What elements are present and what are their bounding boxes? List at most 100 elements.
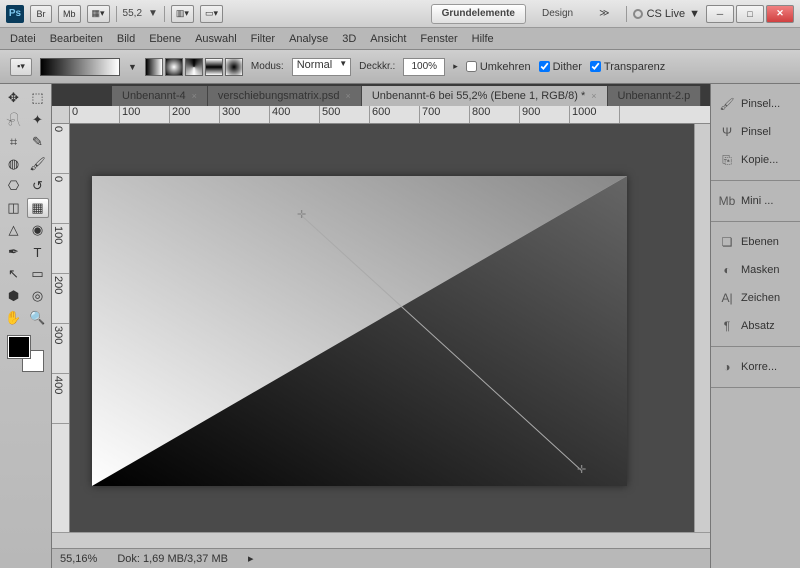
- hand-tool[interactable]: ✋: [3, 308, 25, 328]
- menu-analysis[interactable]: Analyse: [289, 33, 328, 45]
- dither-checkbox[interactable]: Dither: [539, 61, 582, 73]
- view-extras-button[interactable]: ▦▾: [87, 5, 110, 23]
- menu-file[interactable]: Datei: [10, 33, 36, 45]
- menu-3d[interactable]: 3D: [342, 33, 356, 45]
- move-tool[interactable]: ✥: [3, 88, 25, 108]
- brush-tool[interactable]: 🖌: [27, 154, 49, 174]
- menu-layer[interactable]: Ebene: [149, 33, 181, 45]
- menu-filter[interactable]: Filter: [251, 33, 275, 45]
- history-brush-tool[interactable]: ↺: [27, 176, 49, 196]
- horizontal-scrollbar[interactable]: [52, 532, 710, 548]
- panel-character[interactable]: A|Zeichen: [711, 284, 800, 312]
- angle-gradient-button[interactable]: [185, 58, 203, 76]
- 3d-tool[interactable]: ⬢: [3, 286, 25, 306]
- foreground-swatch[interactable]: [8, 336, 30, 358]
- close-button[interactable]: ✕: [766, 5, 794, 23]
- workspace-design-tab[interactable]: Design: [532, 4, 583, 24]
- menu-image[interactable]: Bild: [117, 33, 135, 45]
- zoom-value[interactable]: 55,2: [123, 8, 142, 19]
- panel-brush[interactable]: ΨPinsel: [711, 118, 800, 146]
- photoshop-logo: Ps: [6, 5, 24, 23]
- gradient-preview[interactable]: [40, 58, 120, 76]
- marquee-tool[interactable]: ⬚: [27, 88, 49, 108]
- ruler-origin[interactable]: [52, 106, 70, 124]
- panel-layers[interactable]: ❏Ebenen: [711, 228, 800, 256]
- magicwand-tool[interactable]: ✦: [27, 110, 49, 130]
- status-flyout-icon[interactable]: ▸: [248, 552, 254, 565]
- 3d-camera-tool[interactable]: ◎: [27, 286, 49, 306]
- crop-tool[interactable]: ⌗: [3, 132, 25, 152]
- menu-edit[interactable]: Bearbeiten: [50, 33, 103, 45]
- color-swatches[interactable]: [8, 336, 44, 372]
- document-tab-active[interactable]: Unbenannt-6 bei 55,2% (Ebene 1, RGB/8) *…: [362, 86, 608, 106]
- blur-tool[interactable]: △: [3, 220, 25, 240]
- opacity-input[interactable]: [403, 58, 445, 76]
- panel-minibridge[interactable]: MbMini ...: [711, 187, 800, 215]
- opacity-label: Deckkr.:: [359, 61, 395, 72]
- vertical-scrollbar[interactable]: [694, 124, 710, 532]
- shape-tool[interactable]: ▭: [27, 264, 49, 284]
- zoom-tool[interactable]: 🔍: [27, 308, 49, 328]
- brush-icon: Ψ: [719, 124, 735, 140]
- arrange-button[interactable]: ▥▾: [171, 5, 194, 23]
- reverse-checkbox[interactable]: Umkehren: [466, 61, 531, 73]
- screenmode-button[interactable]: ▭▾: [200, 5, 223, 23]
- workspace-essentials-tab[interactable]: Grundelemente: [431, 4, 526, 24]
- gradient-tool[interactable]: ▦: [27, 198, 49, 218]
- dropdown-arrow-icon[interactable]: ▼: [128, 62, 137, 72]
- cslive-label: CS Live: [647, 8, 686, 20]
- clone-icon: ⎘: [719, 152, 735, 168]
- status-doc-info[interactable]: Dok: 1,69 MB/3,37 MB: [117, 553, 228, 565]
- document-tab[interactable]: verschiebungsmatrix.psd×: [208, 86, 362, 106]
- type-tool[interactable]: T: [27, 242, 49, 262]
- healing-tool[interactable]: ◍: [3, 154, 25, 174]
- path-select-tool[interactable]: ↖: [3, 264, 25, 284]
- vertical-ruler[interactable]: 00100200300400: [52, 124, 70, 532]
- mode-select[interactable]: Normal ▼: [292, 58, 351, 76]
- toolbox: ✥⬚ 𓍯✦ ⌗✎ ◍🖌 ⎔↺ ◫▦ △◉ ✒T ↖▭ ⬢◎ ✋🔍: [0, 84, 52, 568]
- close-icon[interactable]: ×: [591, 91, 596, 101]
- maximize-button[interactable]: □: [736, 5, 764, 23]
- diamond-gradient-button[interactable]: [225, 58, 243, 76]
- canvas-area[interactable]: 01002003004005006007008009001000 0010020…: [52, 106, 710, 532]
- horizontal-ruler[interactable]: 01002003004005006007008009001000: [70, 106, 710, 124]
- opacity-flyout-icon[interactable]: ▸: [453, 61, 458, 72]
- panel-paragraph[interactable]: ¶Absatz: [711, 312, 800, 340]
- mode-label: Modus:: [251, 61, 284, 72]
- panel-clone-source[interactable]: ⎘Kopie...: [711, 146, 800, 174]
- reflected-gradient-button[interactable]: [205, 58, 223, 76]
- menu-window[interactable]: Fenster: [420, 33, 457, 45]
- workspace-more-button[interactable]: ≫: [589, 4, 619, 24]
- panel-adjustments[interactable]: ◑Korre...: [711, 353, 800, 381]
- close-icon[interactable]: ×: [346, 91, 351, 101]
- minibridge-button[interactable]: Mb: [58, 5, 81, 23]
- dodge-tool[interactable]: ◉: [27, 220, 49, 240]
- radial-gradient-button[interactable]: [165, 58, 183, 76]
- lasso-tool[interactable]: 𓍯: [3, 110, 25, 130]
- eraser-tool[interactable]: ◫: [3, 198, 25, 218]
- tool-preset-picker[interactable]: ▪▾: [10, 58, 32, 76]
- document-tab[interactable]: Unbenannt-4×: [112, 86, 208, 106]
- dropdown-arrow-icon[interactable]: ▼: [148, 8, 158, 19]
- close-icon[interactable]: ×: [192, 91, 197, 101]
- panel-masks[interactable]: ◐Masken: [711, 256, 800, 284]
- status-zoom[interactable]: 55,16%: [60, 553, 97, 565]
- paragraph-icon: ¶: [719, 318, 735, 334]
- minimize-button[interactable]: ─: [706, 5, 734, 23]
- panel-brush-presets[interactable]: 🖌Pinsel...: [711, 90, 800, 118]
- menu-select[interactable]: Auswahl: [195, 33, 237, 45]
- stamp-tool[interactable]: ⎔: [3, 176, 25, 196]
- menu-help[interactable]: Hilfe: [472, 33, 494, 45]
- pen-tool[interactable]: ✒: [3, 242, 25, 262]
- bridge-button[interactable]: Br: [30, 5, 52, 23]
- eyedropper-tool[interactable]: ✎: [27, 132, 49, 152]
- transparency-checkbox[interactable]: Transparenz: [590, 61, 665, 73]
- svg-text:✛: ✛: [577, 464, 586, 476]
- cslive-button[interactable]: CS Live ▼: [633, 8, 700, 20]
- linear-gradient-button[interactable]: [145, 58, 163, 76]
- document-tab[interactable]: Unbenannt-2.p: [608, 86, 702, 106]
- canvas[interactable]: ✛ ✛: [92, 176, 627, 486]
- menu-view[interactable]: Ansicht: [370, 33, 406, 45]
- app-window: Ps Br Mb ▦▾ 55,2 ▼ ▥▾ ▭▾ Grundelemente D…: [0, 0, 800, 568]
- masks-icon: ◐: [719, 262, 735, 278]
